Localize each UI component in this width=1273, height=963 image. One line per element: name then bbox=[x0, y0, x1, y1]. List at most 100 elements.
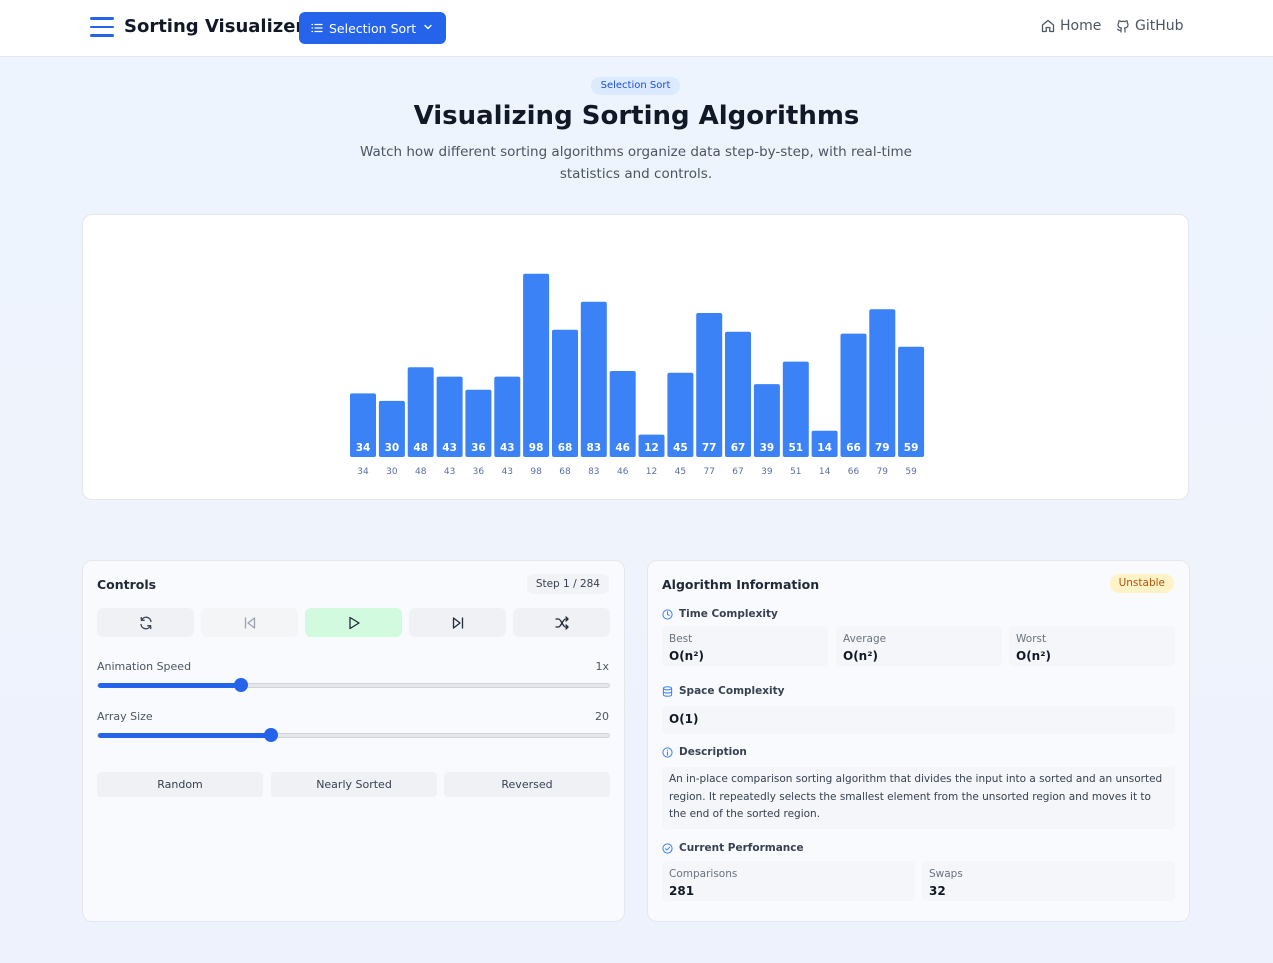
step-back-icon bbox=[244, 616, 255, 629]
bar-value-label: 68 bbox=[558, 442, 573, 454]
clock-icon bbox=[662, 608, 673, 620]
nav-home-link[interactable]: Home bbox=[1040, 18, 1101, 34]
step-back-button[interactable] bbox=[201, 608, 298, 637]
time-complexity-heading: Time Complexity bbox=[662, 608, 778, 620]
step-counter: Step 1 / 284 bbox=[526, 574, 609, 594]
bar-bottom-label: 46 bbox=[617, 467, 629, 477]
speed-slider[interactable] bbox=[97, 678, 610, 692]
best-case-value: O(n²) bbox=[669, 649, 704, 663]
bar bbox=[898, 346, 925, 457]
best-case-label: Best bbox=[669, 633, 693, 645]
bar-chart: 34 34 30 30 48 48 43 43 36 36 43 43 98 98 68 68 83 83 46 46… bbox=[350, 273, 925, 477]
bar-bottom-label: 14 bbox=[819, 467, 831, 477]
github-icon bbox=[1117, 20, 1129, 33]
algorithm-select-label: Selection Sort bbox=[329, 20, 417, 36]
reset-icon bbox=[139, 616, 152, 629]
visualizer-card: 34 34 30 30 48 48 43 43 36 36 43 43 98 98 68 68 83 83 46 46… bbox=[82, 214, 1189, 500]
space-complexity-heading: Space Complexity bbox=[662, 685, 785, 697]
step-forward-button[interactable] bbox=[409, 608, 506, 637]
bar-value-label: 39 bbox=[760, 442, 775, 454]
average-case-label: Average bbox=[843, 633, 887, 645]
swaps-value: 32 bbox=[929, 884, 946, 898]
bar-value-label: 59 bbox=[904, 442, 919, 454]
time-complexity-label: Time Complexity bbox=[679, 608, 778, 620]
speed-value: 1x bbox=[595, 660, 609, 673]
size-slider-fill bbox=[98, 733, 271, 738]
controls-title: Controls bbox=[97, 577, 157, 592]
swaps-cell: Swaps 32 bbox=[922, 861, 1175, 901]
algorithm-info-panel: Algorithm Information Unstable Time Comp… bbox=[647, 560, 1190, 922]
nav-github-link[interactable]: GitHub bbox=[1115, 18, 1184, 34]
bar-bottom-label: 68 bbox=[559, 467, 571, 477]
play-button[interactable] bbox=[305, 608, 402, 637]
bar-value-label: 43 bbox=[442, 442, 457, 454]
worst-case-value: O(n²) bbox=[1016, 649, 1051, 663]
algorithm-badge: Selection Sort bbox=[591, 77, 680, 95]
shuffle-button[interactable] bbox=[513, 608, 610, 637]
app-title: Sorting Visualizer bbox=[124, 16, 305, 37]
swaps-label: Swaps bbox=[929, 868, 963, 880]
size-value: 20 bbox=[595, 710, 609, 723]
space-complexity-value: O(1) bbox=[669, 712, 699, 726]
comparisons-label: Comparisons bbox=[669, 868, 738, 880]
average-case-cell: Average O(n²) bbox=[836, 626, 1002, 666]
bar-value-label: 14 bbox=[817, 442, 832, 454]
controls-panel: Controls Step 1 / 284 Animation Speed 1x… bbox=[82, 560, 625, 922]
description-text: An in-place comparison sorting algorithm… bbox=[662, 767, 1175, 829]
performance-heading: Current Performance bbox=[662, 842, 804, 854]
bar-bottom-label: 51 bbox=[790, 467, 801, 477]
bar-bottom-label: 59 bbox=[905, 467, 917, 477]
best-case-cell: Best O(n²) bbox=[662, 626, 828, 666]
bar-value-label: 12 bbox=[644, 442, 659, 454]
size-label: Array Size bbox=[97, 710, 153, 723]
bar-bottom-label: 43 bbox=[502, 467, 513, 477]
preset-random-button[interactable]: Random bbox=[97, 772, 263, 797]
bar-bottom-label: 43 bbox=[444, 467, 455, 477]
bar-value-label: 34 bbox=[356, 442, 371, 454]
bar-bottom-label: 30 bbox=[386, 467, 398, 477]
bar-value-label: 48 bbox=[413, 442, 428, 454]
bar-bottom-label: 34 bbox=[357, 467, 369, 477]
hamburger-menu-icon[interactable] bbox=[90, 17, 114, 37]
bar-bottom-label: 45 bbox=[675, 467, 686, 477]
average-case-value: O(n²) bbox=[843, 649, 878, 663]
check-circle-icon bbox=[662, 842, 673, 854]
bar-value-label: 66 bbox=[846, 442, 861, 454]
bar-value-label: 79 bbox=[875, 442, 890, 454]
chevron-down-icon bbox=[424, 24, 432, 30]
info-title: Algorithm Information bbox=[662, 577, 820, 592]
bar bbox=[840, 333, 867, 457]
home-icon bbox=[1041, 19, 1055, 33]
size-slider-thumb[interactable] bbox=[263, 728, 278, 742]
bar-value-label: 36 bbox=[471, 442, 486, 454]
reset-button[interactable] bbox=[97, 608, 194, 637]
speed-label: Animation Speed bbox=[97, 660, 192, 673]
speed-slider-thumb[interactable] bbox=[234, 678, 249, 692]
database-icon bbox=[662, 685, 673, 697]
preset-reversed-button[interactable]: Reversed bbox=[444, 772, 610, 797]
bar-value-label: 43 bbox=[500, 442, 515, 454]
bar-value-label: 46 bbox=[615, 442, 630, 454]
preset-nearly-sorted-button[interactable]: Nearly Sorted bbox=[271, 772, 437, 797]
description-heading: Description bbox=[662, 746, 747, 758]
bar-bottom-label: 77 bbox=[703, 467, 714, 477]
shuffle-icon bbox=[554, 615, 569, 630]
list-icon bbox=[311, 23, 323, 33]
bar-bottom-label: 39 bbox=[761, 467, 773, 477]
bar-bottom-label: 79 bbox=[877, 467, 889, 477]
bar-value-label: 45 bbox=[673, 442, 688, 454]
performance-label: Current Performance bbox=[679, 842, 804, 854]
play-icon bbox=[348, 616, 360, 629]
size-slider[interactable] bbox=[97, 728, 610, 742]
worst-case-cell: Worst O(n²) bbox=[1009, 626, 1175, 666]
comparisons-cell: Comparisons 281 bbox=[662, 861, 915, 901]
algorithm-select-button[interactable]: Selection Sort bbox=[299, 12, 446, 44]
nav-home-label: Home bbox=[1060, 18, 1102, 34]
bar-bottom-label: 12 bbox=[646, 467, 657, 477]
info-icon bbox=[662, 746, 673, 758]
bar-value-label: 67 bbox=[731, 442, 746, 454]
bar bbox=[869, 309, 896, 457]
comparisons-value: 281 bbox=[669, 884, 695, 898]
space-complexity-cell: O(1) bbox=[662, 706, 1175, 734]
page-title: Visualizing Sorting Algorithms bbox=[413, 101, 860, 131]
